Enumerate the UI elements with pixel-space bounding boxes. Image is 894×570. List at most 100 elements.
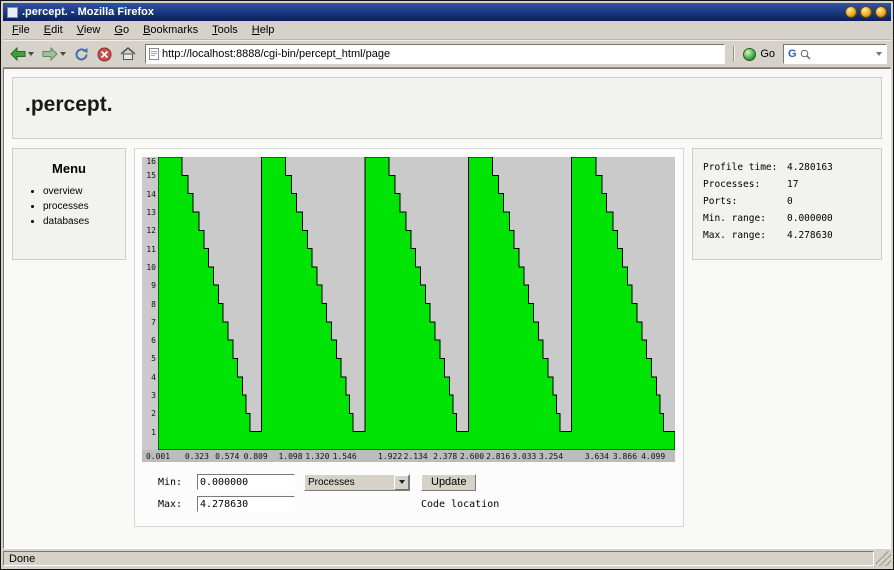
- url-input[interactable]: [162, 46, 721, 62]
- y-tick-label: 13: [142, 208, 156, 217]
- back-dropdown-caret-icon[interactable]: [28, 52, 34, 56]
- url-bar[interactable]: [145, 44, 725, 64]
- main-panel: 16151413121110987654321 0.0010.3230.5740…: [134, 148, 684, 527]
- sidebar-title: Menu: [19, 161, 119, 176]
- menubar: FileEditViewGoBookmarksToolsHelp: [3, 21, 891, 40]
- home-icon: [120, 47, 136, 61]
- chart-svg: [158, 157, 675, 450]
- x-tick-label: 2.134: [404, 452, 428, 461]
- search-dropdown-caret-icon[interactable]: [876, 52, 882, 56]
- info-line: Max. range:4.278630: [703, 227, 871, 244]
- forward-dropdown-caret-icon[interactable]: [60, 52, 66, 56]
- y-tick-label: 12: [142, 226, 156, 235]
- x-tick-label: 4.099: [641, 452, 665, 461]
- view-select[interactable]: Processes: [304, 474, 410, 491]
- statusbar: Done: [3, 549, 891, 567]
- y-tick-label: 9: [142, 281, 156, 290]
- magnifier-icon: [800, 49, 811, 60]
- select-dropdown-arrow-icon[interactable]: [394, 475, 409, 490]
- chart-x-axis: 0.0010.3230.5740.8091.0981.3201.5461.922…: [142, 450, 675, 462]
- menu-item-view[interactable]: View: [70, 22, 108, 38]
- maximize-button[interactable]: [860, 6, 872, 18]
- info-line: Min. range:0.000000: [703, 210, 871, 227]
- status-text: Done: [9, 553, 35, 565]
- home-button[interactable]: [117, 42, 139, 66]
- search-box[interactable]: G: [783, 44, 887, 64]
- close-button[interactable]: [875, 6, 887, 18]
- x-tick-label: 0.809: [244, 452, 268, 461]
- window-buttons: [845, 6, 887, 18]
- window-page-icon: [7, 7, 18, 18]
- titlebar[interactable]: .percept. - Mozilla Firefox: [3, 3, 891, 21]
- y-tick-label: 10: [142, 263, 156, 272]
- forward-arrow-icon: [42, 47, 58, 61]
- y-tick-label: 2: [142, 409, 156, 418]
- sidebar-menu-list: overview processes databases: [43, 186, 119, 227]
- y-tick-label: 11: [142, 245, 156, 254]
- y-tick-label: 3: [142, 391, 156, 400]
- x-tick-label: 0.001: [146, 452, 170, 461]
- update-button[interactable]: Update: [421, 474, 476, 491]
- search-engine-icon: G: [788, 49, 797, 60]
- x-tick-label: 0.323: [185, 452, 209, 461]
- info-line-value: 4.278630: [787, 227, 833, 244]
- y-tick-label: 15: [142, 171, 156, 180]
- minimize-button[interactable]: [845, 6, 857, 18]
- info-line-label: Min. range:: [703, 210, 787, 227]
- activity-chart: 16151413121110987654321 0.0010.3230.5740…: [142, 157, 676, 462]
- info-line-value: 4.280163: [787, 159, 833, 176]
- x-tick-label: 1.922: [378, 452, 402, 461]
- info-line-label: Max. range:: [703, 227, 787, 244]
- sidebar-item-databases[interactable]: databases: [43, 216, 119, 227]
- view-select-value: Processes: [305, 477, 394, 488]
- info-line-label: Ports:: [703, 193, 787, 210]
- chart-plot-area[interactable]: [158, 157, 675, 450]
- status-panel: Done: [3, 551, 874, 566]
- sidebar-item-overview[interactable]: overview: [43, 186, 119, 197]
- browser-viewport: .percept. Menu overview processes database…: [3, 68, 891, 549]
- content-row: Menu overviewprocessesdatabases 16151413…: [12, 148, 882, 527]
- menu-item-help[interactable]: Help: [245, 22, 282, 38]
- forward-button[interactable]: [39, 42, 69, 66]
- y-tick-label: 6: [142, 336, 156, 345]
- info-line: Profile time:4.280163: [703, 159, 871, 176]
- menu-item-edit[interactable]: Edit: [37, 22, 70, 38]
- resize-grip[interactable]: [876, 551, 891, 566]
- y-tick-label: 4: [142, 373, 156, 382]
- page-header: .percept.: [12, 77, 882, 139]
- menu-item-file[interactable]: File: [5, 22, 37, 38]
- info-line: Ports:0: [703, 193, 871, 210]
- info-line-value: 0: [787, 193, 793, 210]
- back-button[interactable]: [7, 42, 37, 66]
- x-tick-label: 3.254: [539, 452, 563, 461]
- x-tick-label: 1.546: [333, 452, 357, 461]
- y-tick-label: 8: [142, 300, 156, 309]
- x-tick-label: 3.866: [613, 452, 637, 461]
- sidebar-item-processes[interactable]: processes: [43, 201, 119, 212]
- max-input[interactable]: [197, 496, 295, 512]
- reload-button[interactable]: [71, 42, 92, 66]
- go-button[interactable]: Go: [739, 43, 779, 65]
- x-tick-label: 3.033: [512, 452, 536, 461]
- menu-item-go[interactable]: Go: [107, 22, 136, 38]
- info-panel-lines: Profile time:4.280163Processes:17Ports:0…: [703, 159, 871, 244]
- back-arrow-icon: [10, 47, 26, 61]
- stop-button[interactable]: [94, 42, 115, 66]
- go-button-label: Go: [760, 48, 775, 60]
- x-tick-label: 2.816: [486, 452, 510, 461]
- x-tick-label: 3.634: [585, 452, 609, 461]
- code-location-text: Code location: [421, 499, 676, 510]
- menu-item-tools[interactable]: Tools: [205, 22, 245, 38]
- menu-item-bookmarks[interactable]: Bookmarks: [136, 22, 205, 38]
- max-label: Max:: [158, 499, 190, 510]
- page-title: .percept.: [25, 93, 113, 116]
- toolbar-separator: [733, 46, 735, 62]
- browser-window: .percept. - Mozilla Firefox FileEditView…: [0, 0, 894, 570]
- info-line-value: 17: [787, 176, 798, 193]
- info-panel: Profile time:4.280163Processes:17Ports:0…: [692, 148, 882, 260]
- x-tick-label: 1.320: [305, 452, 329, 461]
- sidebar: Menu overview processes databases: [12, 148, 126, 260]
- go-icon: [743, 48, 756, 61]
- y-tick-label: 7: [142, 318, 156, 327]
- min-input[interactable]: [197, 474, 295, 490]
